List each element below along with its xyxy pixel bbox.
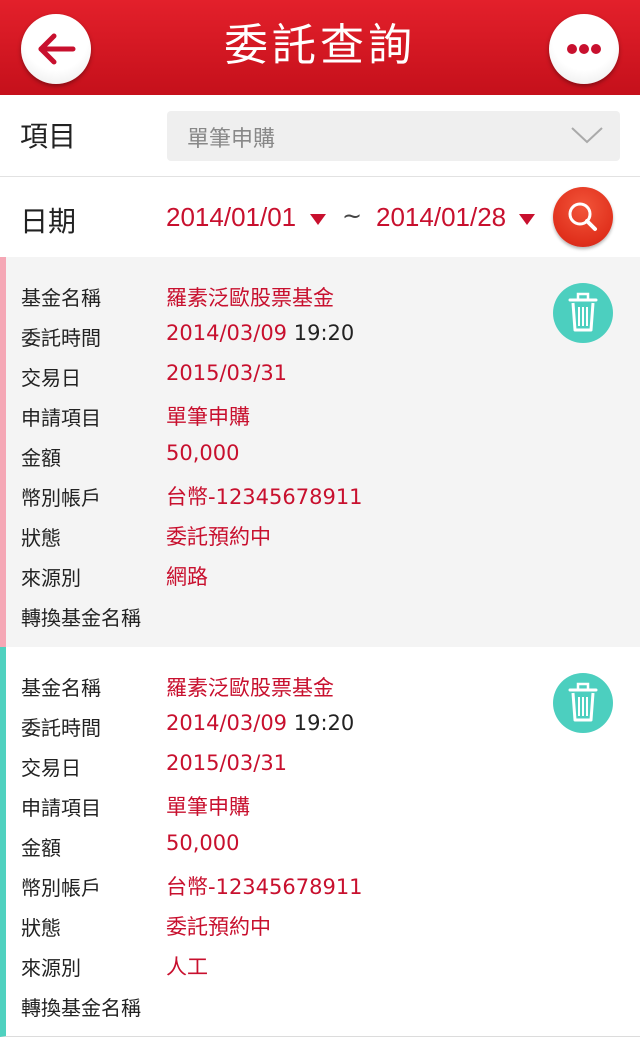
apply-item-label: 申請項目 [21,406,101,430]
date-from-dropdown-icon[interactable] [310,214,326,225]
fund-name-value: 羅素泛歐股票基金 [166,676,334,700]
delete-button[interactable] [553,283,613,343]
order-clock-time: 19:20 [293,711,355,735]
order-time-label: 委託時間 [21,716,101,740]
trade-date-value: 2015/03/31 [166,361,288,385]
date-to-dropdown-icon[interactable] [519,214,535,225]
search-button[interactable] [553,187,613,247]
trash-icon [568,292,598,332]
date-separator: ~ [342,202,363,230]
status-label: 狀態 [21,916,61,940]
chevron-down-icon [571,127,603,144]
order-clock-time: 19:20 [293,321,355,345]
date-from-picker[interactable]: 2014/01/01 [166,202,296,233]
trade-date-value: 2015/03/31 [166,751,288,775]
order-card: 基金名稱 羅素泛歐股票基金 委託時間 2014/03/09 19:20 交易日 … [0,257,640,647]
trash-icon [568,682,598,722]
more-dots-icon [567,44,601,54]
delete-button[interactable] [553,673,613,733]
account-label: 幣別帳戶 [21,876,101,900]
more-button[interactable] [549,14,619,84]
page-title: 委託查詢 [224,20,416,71]
source-label: 來源別 [21,956,81,980]
fund-name-value: 羅素泛歐股票基金 [166,286,334,310]
source-label: 來源別 [21,566,81,590]
trade-date-label: 交易日 [21,756,81,780]
switch-fund-label: 轉換基金名稱 [21,996,141,1020]
order-card: 基金名稱 羅素泛歐股票基金 委託時間 2014/03/09 19:20 交易日 … [0,647,640,1037]
date-to-picker[interactable]: 2014/01/28 [376,202,506,233]
item-label: 項目 [20,120,77,153]
status-value: 委託預約中 [166,525,271,549]
fund-name-label: 基金名稱 [21,286,101,310]
search-icon [568,202,597,231]
account-value: 台幣-12345678911 [166,485,363,509]
amount-value: 50,000 [166,441,240,465]
order-time-label: 委託時間 [21,326,101,350]
order-date: 2014/03/09 [166,321,288,345]
status-value: 委託預約中 [166,915,271,939]
amount-value: 50,000 [166,831,240,855]
apply-item-value: 單筆申購 [166,405,250,429]
item-select[interactable]: 單筆申購 [167,111,620,161]
order-time-value: 2014/03/09 19:20 [166,711,354,735]
item-select-value: 單筆申購 [187,127,276,152]
status-label: 狀態 [21,526,61,550]
fund-name-label: 基金名稱 [21,676,101,700]
apply-item-value: 單筆申購 [166,795,250,819]
account-value: 台幣-12345678911 [166,875,363,899]
trade-date-label: 交易日 [21,366,81,390]
account-label: 幣別帳戶 [21,486,101,510]
date-label: 日期 [20,205,77,238]
amount-label: 金額 [21,446,61,470]
item-filter-row: 項目 單筆申購 [0,95,640,177]
apply-item-label: 申請項目 [21,796,101,820]
order-date: 2014/03/09 [166,711,288,735]
app-header: 委託查詢 [0,0,640,95]
switch-fund-label: 轉換基金名稱 [21,606,141,630]
source-value: 人工 [166,955,208,979]
order-time-value: 2014/03/09 19:20 [166,321,354,345]
amount-label: 金額 [21,836,61,860]
source-value: 網路 [166,565,208,589]
date-filter-row: 日期 2014/01/01 ~ 2014/01/28 [0,178,640,257]
